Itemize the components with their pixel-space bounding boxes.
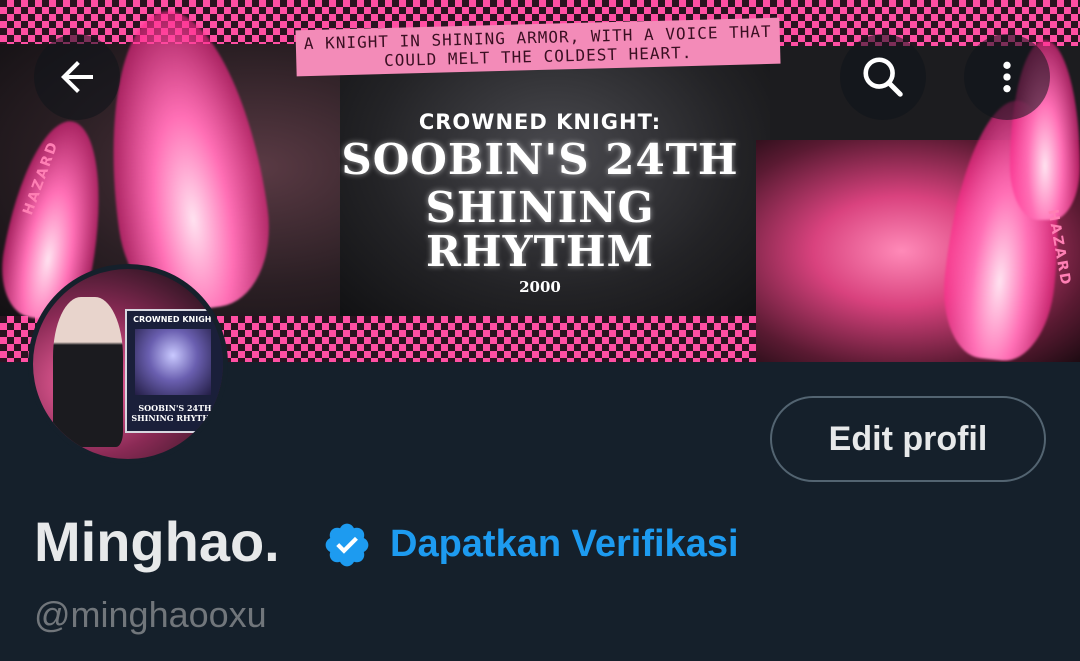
banner-subtitle: CROWNED KNIGHT: (418, 110, 662, 134)
avatar-poster-line1: SOOBIN'S 24TH (138, 403, 212, 413)
avatar[interactable]: CROWNED KNIGHT SOOBIN'S 24TH SHINING RHY… (28, 264, 228, 464)
more-vertical-icon (1003, 61, 1011, 93)
get-verified-link[interactable]: Dapatkan Verifikasi (390, 516, 739, 572)
verified-badge-icon[interactable] (322, 520, 372, 570)
avatar-poster-title: CROWNED KNIGHT (133, 315, 217, 324)
avatar-poster-line2: SHINING RHYTHM (131, 413, 219, 423)
banner-year: 2000 (519, 278, 561, 296)
banner-title-block: CROWNED KNIGHT: SOOBIN'S 24TH SHINING RH… (340, 110, 740, 296)
more-options-button[interactable] (964, 34, 1050, 120)
back-button[interactable] (34, 34, 120, 120)
avatar-person (53, 297, 123, 447)
avatar-poster: CROWNED KNIGHT SOOBIN'S 24TH SHINING RHY… (125, 309, 223, 433)
search-button[interactable] (840, 34, 926, 120)
avatar-poster-image (135, 329, 211, 395)
edit-profile-button[interactable]: Edit profil (770, 396, 1046, 482)
banner-title-line2: SHINING RHYTHM (425, 183, 655, 276)
banner-title-line1: SOOBIN'S 24TH (341, 135, 739, 184)
username-handle: @minghaooxu (34, 594, 267, 635)
arrow-left-icon (61, 61, 93, 93)
avatar-poster-text: SOOBIN'S 24TH SHINING RHYTHM (127, 403, 223, 423)
display-name: Minghao. (34, 510, 280, 573)
search-icon (863, 57, 903, 97)
